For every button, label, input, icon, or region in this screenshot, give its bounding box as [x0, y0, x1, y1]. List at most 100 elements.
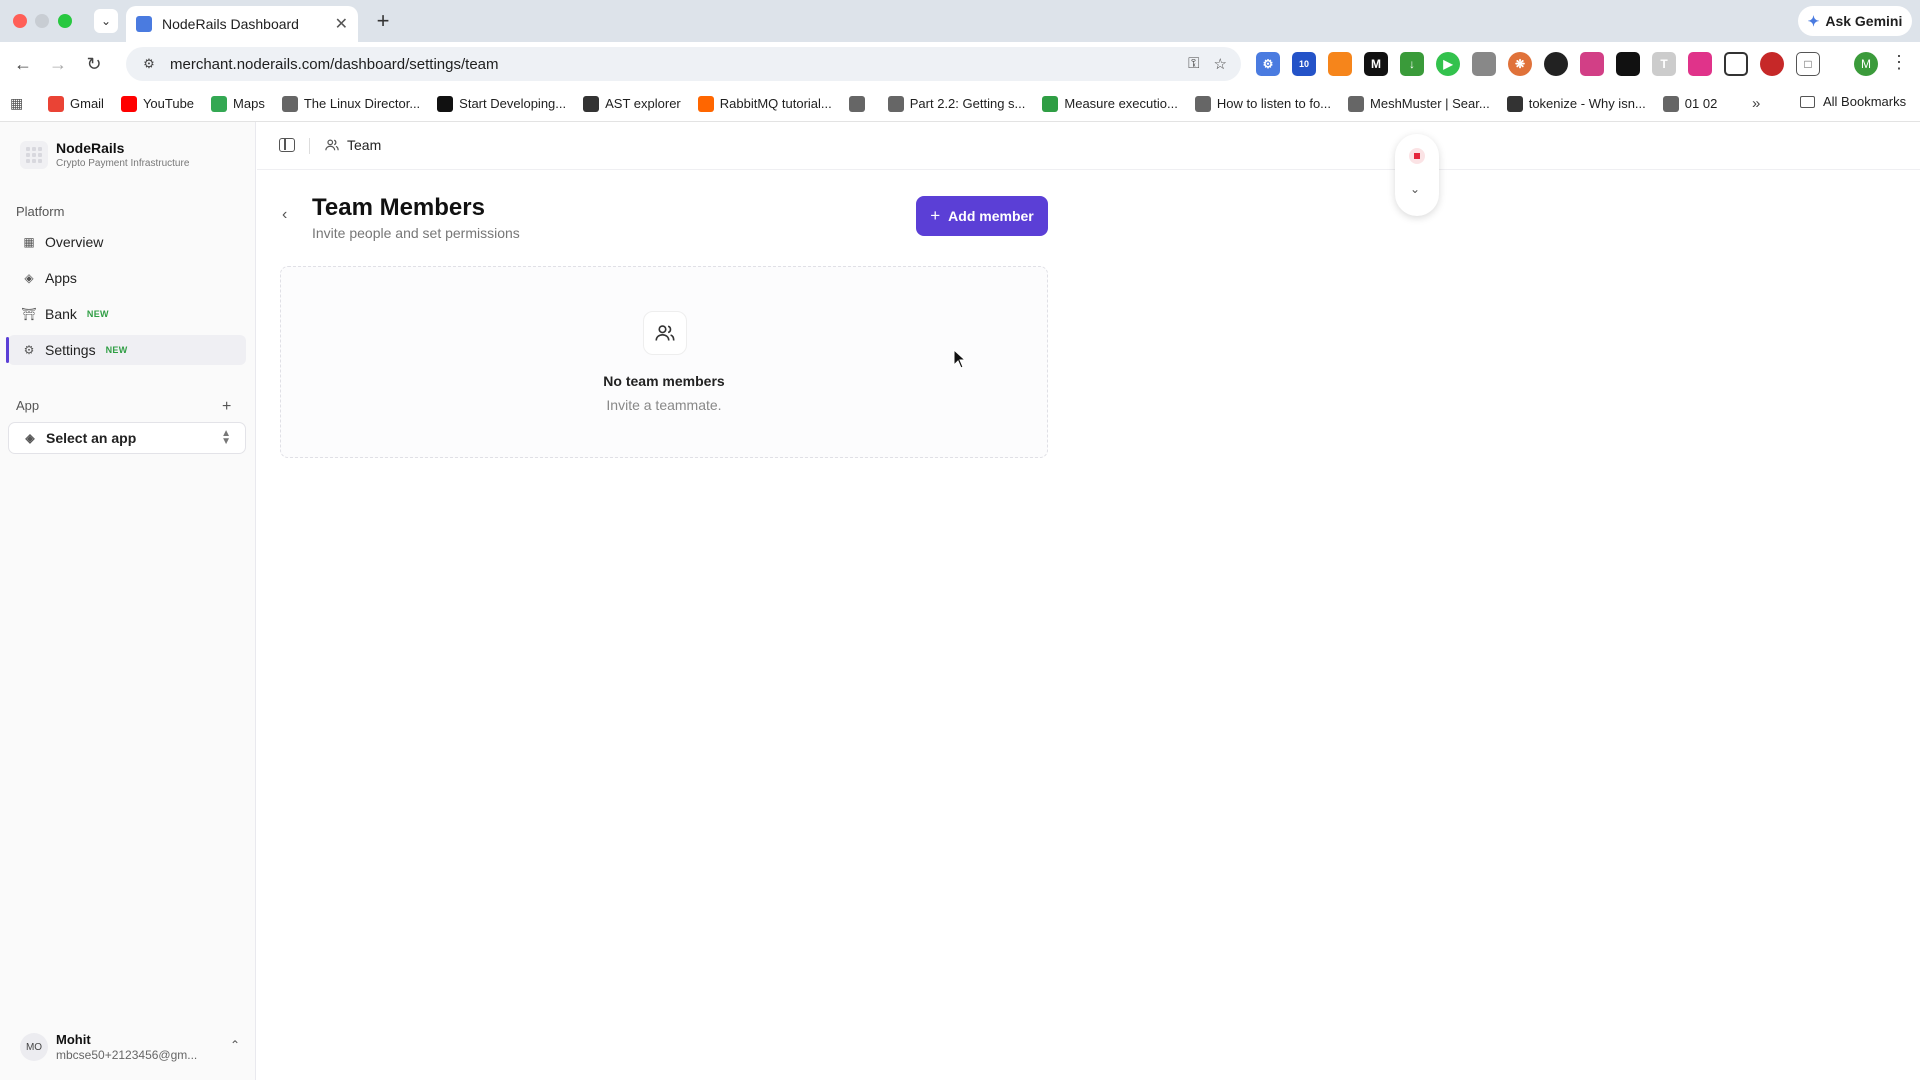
app-section-label: App	[16, 398, 40, 413]
gmail-icon	[48, 95, 64, 112]
bookmark-item[interactable]: 01 02	[1662, 95, 1717, 112]
bookmark-item[interactable]: Maps	[211, 95, 265, 112]
extension-icon[interactable]: 10	[1292, 52, 1316, 76]
user-menu[interactable]: MO Mohit mbcse50+2123456@gm... ⌃	[20, 1032, 240, 1062]
divider	[309, 138, 310, 154]
bookmark-item[interactable]: Measure executio...	[1042, 95, 1178, 112]
sidebar: NodeRails Crypto Payment Infrastructure …	[0, 122, 256, 1080]
add-member-button[interactable]: + Add member	[916, 196, 1048, 236]
ask-gemini-label: Ask Gemini	[1825, 13, 1903, 29]
gear-icon: ⚙	[23, 343, 35, 357]
user-email: mbcse50+2123456@gm...	[56, 1048, 198, 1062]
breadcrumb-label: Team	[347, 137, 382, 153]
bookmark-item[interactable]: The Linux Director...	[281, 95, 421, 112]
link-icon	[1042, 95, 1059, 112]
back-arrow-icon[interactable]: ←	[11, 52, 35, 76]
tab-search-chevron-icon[interactable]: ⌄	[94, 9, 118, 33]
bookmark-label: Start Developing...	[459, 96, 567, 111]
new-badge: NEW	[105, 345, 128, 355]
new-tab-plus-icon[interactable]: +	[370, 8, 396, 34]
rabbitmq-icon	[697, 95, 714, 112]
bank-icon: ⛩	[21, 307, 37, 321]
address-bar[interactable]: ⚙ merchant.noderails.com/dashboard/setti…	[126, 47, 1241, 81]
extension-icon[interactable]	[1616, 52, 1640, 76]
extension-icon[interactable]: ⚙	[1256, 52, 1280, 76]
password-key-icon[interactable]: ⚿	[1188, 55, 1199, 73]
chevron-up-icon: ⌃	[229, 1038, 240, 1052]
sidebar-item-settings[interactable]: ⚙ Settings NEW	[6, 335, 246, 365]
brand-name: NodeRails	[56, 140, 125, 156]
chevron-up-down-icon: ▲ ▼	[221, 428, 231, 447]
maps-icon	[211, 95, 228, 112]
forward-arrow-icon[interactable]: →	[46, 52, 70, 76]
metamask-icon[interactable]	[1328, 52, 1352, 76]
bookmark-star-icon[interactable]: ☆	[1214, 55, 1227, 73]
sidebar-toggle-icon[interactable]	[279, 138, 295, 152]
layers-icon: ◈	[25, 431, 35, 445]
tab-favicon-icon	[136, 16, 152, 32]
back-chevron-icon[interactable]: ‹	[282, 206, 287, 224]
extension-icon[interactable]	[1724, 52, 1748, 76]
ast-icon	[583, 95, 600, 112]
add-app-plus-icon[interactable]: +	[222, 398, 231, 416]
apps-grid-icon[interactable]: ▦	[10, 95, 30, 112]
extension-icon[interactable]	[1760, 52, 1784, 76]
bookmark-item[interactable]: Start Developing...	[437, 95, 567, 112]
extension-icon[interactable]	[1688, 52, 1712, 76]
close-window-button[interactable]	[13, 14, 27, 28]
extension-icon[interactable]	[1544, 52, 1568, 76]
medium-extension-icon[interactable]: M	[1364, 52, 1388, 76]
sidebar-item-label: Bank	[45, 306, 77, 322]
profile-avatar[interactable]: M	[1854, 52, 1878, 76]
browser-tab-bar: ⌄ NodeRails Dashboard ✕ + ✦ Ask Gemini	[0, 0, 1920, 42]
select-app-dropdown[interactable]: ◈ Select an app ▲ ▼	[8, 422, 246, 454]
text-extension-icon[interactable]: T	[1652, 52, 1676, 76]
bookmark-item[interactable]: Gmail	[48, 95, 104, 112]
all-bookmarks[interactable]: All Bookmarks	[1800, 94, 1906, 109]
bookmark-item[interactable]: MeshMuster | Sear...	[1348, 95, 1490, 112]
download-extension-icon[interactable]: ↓	[1400, 52, 1424, 76]
bookmark-label: The Linux Director...	[303, 96, 421, 111]
reload-icon[interactable]: ↻	[82, 52, 106, 76]
browser-tab[interactable]: NodeRails Dashboard ✕	[126, 6, 358, 42]
extension-badge: 10	[1298, 59, 1309, 69]
play-extension-icon[interactable]: ▶	[1436, 52, 1460, 76]
claude-icon[interactable]: ❋	[1508, 52, 1532, 76]
maximize-window-button[interactable]	[58, 14, 72, 28]
ask-gemini-button[interactable]: ✦ Ask Gemini	[1798, 6, 1912, 36]
bookmark-label: Part 2.2: Getting s...	[909, 96, 1026, 111]
stop-recording-button[interactable]	[1409, 148, 1425, 164]
medium-icon	[437, 95, 454, 112]
bookmark-label: Gmail	[70, 96, 104, 111]
bookmark-item[interactable]: Part 2.2: Getting s...	[887, 95, 1026, 112]
empty-state-card: No team members Invite a teammate.	[280, 266, 1048, 458]
gemini-sparkle-icon: ✦	[1807, 12, 1820, 29]
mouse-cursor-icon	[953, 349, 967, 369]
bookmark-item[interactable]: How to listen to fo...	[1194, 95, 1332, 112]
puzzle-extensions-icon[interactable]: □	[1796, 52, 1820, 76]
sidebar-item-overview[interactable]: ▦ Overview	[8, 227, 246, 257]
minimize-window-button[interactable]	[35, 14, 49, 28]
sidebar-item-bank[interactable]: ⛩ Bank NEW	[8, 299, 246, 329]
chevron-down-icon[interactable]: ⌄	[1410, 182, 1420, 196]
bookmark-label: How to listen to fo...	[1216, 96, 1332, 111]
bookmark-item[interactable]: YouTube	[120, 95, 194, 112]
sidebar-item-label: Overview	[45, 234, 104, 250]
extension-icon[interactable]	[1580, 52, 1604, 76]
more-vertical-icon[interactable]: ⋮	[1890, 52, 1908, 73]
sidebar-item-apps[interactable]: ◈ Apps	[8, 263, 246, 293]
plus-icon: +	[930, 206, 941, 225]
users-icon	[643, 311, 687, 355]
bookmark-item[interactable]: tokenize - Why isn...	[1506, 95, 1646, 112]
bookmarks-overflow-icon[interactable]: »	[1752, 95, 1760, 112]
address-url: merchant.noderails.com/dashboard/setting…	[170, 55, 499, 73]
site-settings-icon[interactable]: ⚙	[140, 55, 158, 73]
bookmark-label: MeshMuster | Sear...	[1370, 96, 1490, 111]
bookmark-item[interactable]: AST explorer	[583, 95, 681, 112]
globe-icon	[281, 95, 298, 112]
tab-close-icon[interactable]: ✕	[335, 14, 348, 34]
bookmark-item[interactable]	[848, 95, 871, 112]
brand[interactable]: NodeRails Crypto Payment Infrastructure	[20, 140, 189, 169]
bookmark-item[interactable]: RabbitMQ tutorial...	[697, 95, 832, 112]
extension-icon[interactable]	[1472, 52, 1496, 76]
